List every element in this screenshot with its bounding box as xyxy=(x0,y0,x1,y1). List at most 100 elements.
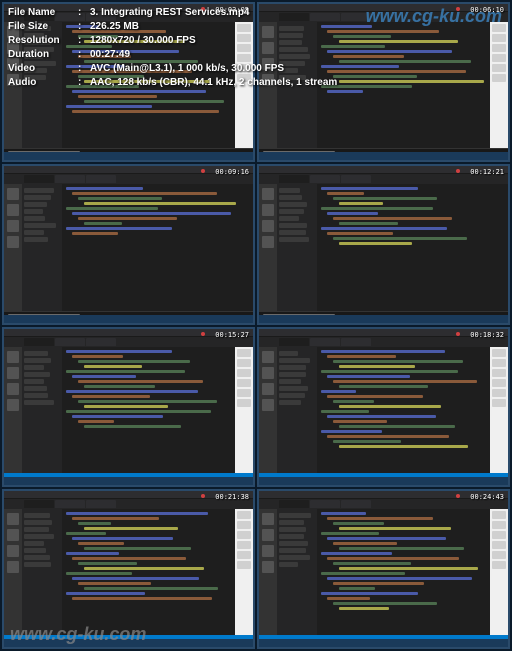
code-line xyxy=(321,187,418,190)
code-line xyxy=(72,212,231,215)
code-line xyxy=(333,542,397,545)
code-line xyxy=(78,420,114,423)
taskbar xyxy=(259,477,508,485)
activity-icon xyxy=(262,383,274,395)
code-line xyxy=(339,365,415,368)
file-item xyxy=(24,216,45,221)
file-item xyxy=(24,372,50,377)
code-line xyxy=(333,420,387,423)
code-line xyxy=(327,212,378,215)
file-item xyxy=(24,188,54,193)
tool-item xyxy=(237,561,251,569)
code-line xyxy=(327,517,433,520)
duration-value: 00:27:49 xyxy=(90,48,130,62)
tool-item xyxy=(237,541,251,549)
code-line xyxy=(339,445,468,448)
thumbnail-timestamp: 00:21:38 xyxy=(215,493,249,501)
tool-item xyxy=(492,521,506,529)
file-item xyxy=(24,202,47,207)
activity-icon xyxy=(7,204,19,216)
filename-value: 3. Integrating REST Services.mp4 xyxy=(90,6,250,20)
activity-icon xyxy=(262,188,274,200)
file-item xyxy=(279,216,299,221)
code-line xyxy=(78,542,124,545)
code-line xyxy=(72,375,136,378)
tool-item xyxy=(492,561,506,569)
code-line xyxy=(72,395,150,398)
code-line xyxy=(78,400,217,403)
file-item xyxy=(24,386,47,391)
video-thumbnail[interactable]: 00:15:27 xyxy=(2,327,255,487)
file-item xyxy=(24,555,50,560)
code-line xyxy=(327,577,472,580)
terminal-line xyxy=(8,323,102,325)
code-line xyxy=(333,380,477,383)
file-item xyxy=(24,562,51,567)
file-item xyxy=(279,195,302,200)
filesize-label: File Size xyxy=(8,20,78,34)
watermark-bottom: www.cg-ku.com xyxy=(10,624,146,645)
code-line xyxy=(84,527,178,530)
code-line xyxy=(327,375,410,378)
file-item xyxy=(279,365,306,370)
video-thumbnail[interactable]: 00:12:21 xyxy=(257,164,510,324)
audio-label: Audio xyxy=(8,76,78,90)
activity-icon xyxy=(7,513,19,525)
activity-bar xyxy=(259,184,277,310)
editor-tab xyxy=(341,500,371,508)
code-line xyxy=(339,202,383,205)
code-line xyxy=(72,597,212,600)
editor-tab xyxy=(279,500,309,508)
tool-item xyxy=(237,511,251,519)
code-line xyxy=(78,582,151,585)
editor-tab xyxy=(310,338,340,346)
file-explorer xyxy=(277,184,317,310)
code-line xyxy=(339,547,464,550)
code-line xyxy=(84,425,181,428)
activity-icon xyxy=(262,351,274,363)
record-icon xyxy=(456,494,460,498)
activity-bar xyxy=(4,509,22,635)
code-line xyxy=(321,227,447,230)
file-explorer xyxy=(22,509,62,635)
code-line xyxy=(72,517,159,520)
editor-tab xyxy=(86,500,116,508)
activity-bar xyxy=(4,184,22,310)
thumbnail-timestamp: 00:12:21 xyxy=(470,168,504,176)
video-thumbnail[interactable]: 00:18:32 xyxy=(257,327,510,487)
video-value: AVC (Main@L3.1), 1 000 kb/s, 30.000 FPS xyxy=(90,62,284,76)
code-line xyxy=(321,390,356,393)
code-line xyxy=(66,350,172,353)
file-item xyxy=(279,372,306,377)
code-line xyxy=(84,587,218,590)
tool-item xyxy=(237,349,251,357)
file-item xyxy=(279,379,301,384)
code-line xyxy=(327,435,449,438)
video-label: Video xyxy=(8,62,78,76)
tool-item xyxy=(237,399,251,407)
editor-tab xyxy=(24,338,54,346)
tool-item xyxy=(492,511,506,519)
file-item xyxy=(279,393,305,398)
terminal-line xyxy=(263,160,357,162)
right-tool-panel xyxy=(235,347,253,473)
file-explorer xyxy=(22,347,62,473)
activity-icon xyxy=(262,236,274,248)
taskbar xyxy=(259,315,508,323)
video-thumbnail[interactable]: 00:24:43 xyxy=(257,489,510,649)
video-thumbnail[interactable]: 00:09:16 xyxy=(2,164,255,324)
code-line xyxy=(321,350,445,353)
code-line xyxy=(78,380,203,383)
tool-item xyxy=(237,531,251,539)
thumbnail-timestamp: 00:09:16 xyxy=(215,168,249,176)
filename-label: File Name xyxy=(8,6,78,20)
code-line xyxy=(78,217,177,220)
file-item xyxy=(24,393,48,398)
code-line xyxy=(84,365,142,368)
file-item xyxy=(279,223,307,228)
activity-icon xyxy=(7,383,19,395)
terminal-line xyxy=(263,323,357,325)
activity-bar xyxy=(259,347,277,473)
taskbar xyxy=(259,152,508,160)
code-line xyxy=(84,567,204,570)
